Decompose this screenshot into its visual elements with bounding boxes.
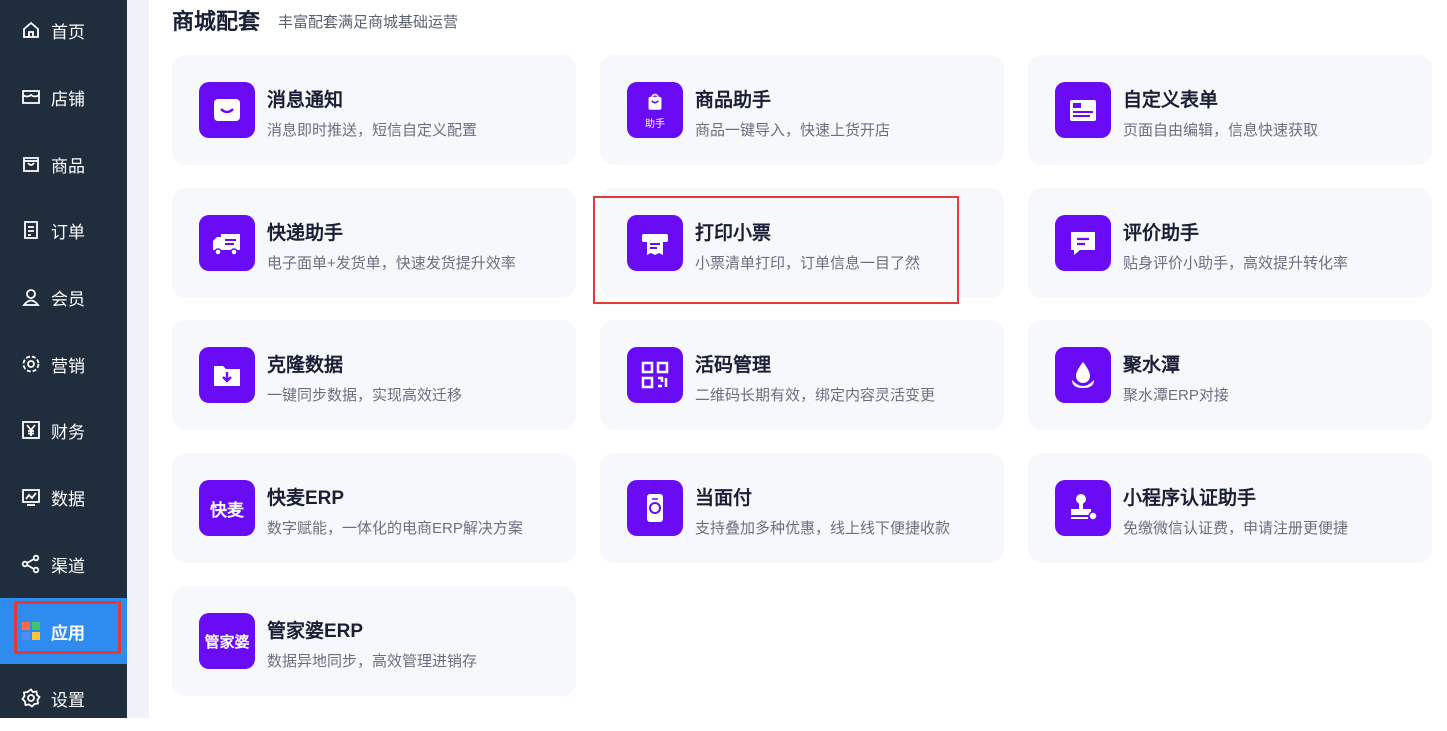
card-desc: 页面自由编辑，信息快速获取	[1123, 122, 1319, 139]
channel-icon	[20, 553, 42, 575]
sidebar-item-goods[interactable]: 商品	[0, 131, 127, 197]
sidebar-item-order[interactable]: 订单	[0, 197, 127, 263]
card-guanjiapo-erp[interactable]: 管家婆 管家婆ERP 数据异地同步，高效管理进销存	[172, 586, 576, 696]
card-desc: 支持叠加多种优惠，线上线下便捷收款	[695, 520, 951, 537]
chart-icon	[20, 486, 42, 508]
sidebar-item-home[interactable]: 首页	[0, 0, 127, 63]
store-icon	[20, 86, 42, 108]
card-review-helper[interactable]: 评价助手 贴身评价小助手，高效提升转化率	[1028, 188, 1432, 298]
sidebar-item-label: 设置	[51, 690, 85, 710]
sidebar-item-channel[interactable]: 渠道	[0, 531, 127, 597]
card-face-pay[interactable]: 当面付 支持叠加多种优惠，线上线下便捷收款	[600, 453, 1004, 563]
card-miniprogram-cert[interactable]: 小程序认证助手 免缴微信认证费，申请注册更便捷	[1028, 453, 1432, 563]
card-title: 当面付	[695, 488, 753, 509]
sidebar-item-label: 首页	[51, 22, 85, 42]
print-receipt-highlight-box	[593, 196, 959, 304]
sidebar-item-member[interactable]: 会员	[0, 264, 127, 330]
card-desc: 商品一键导入，快速上货开店	[695, 122, 891, 139]
active-highlight-box	[14, 601, 121, 654]
home-icon	[20, 19, 42, 41]
card-title: 管家婆ERP	[267, 621, 364, 642]
card-title: 快递助手	[267, 223, 344, 244]
card-desc: 免缴微信认证费，申请注册更便捷	[1123, 520, 1349, 537]
card-live-code[interactable]: 活码管理 二维码长期有效，绑定内容灵活变更	[600, 320, 1004, 430]
sidebar-item-label: 会员	[51, 289, 85, 309]
truck-icon	[199, 215, 255, 271]
sidebar-item-settings[interactable]: 设置	[0, 665, 127, 731]
section-subtitle: 丰富配套满足商城基础运营	[278, 14, 459, 31]
card-desc: 数据异地同步，高效管理进销存	[267, 653, 478, 670]
card-desc: 电子面单+发货单，快速发货提升效率	[267, 255, 516, 272]
card-desc: 聚水潭ERP对接	[1123, 387, 1229, 404]
comment-icon	[1055, 215, 1111, 271]
stamp-icon	[1055, 480, 1111, 536]
card-goods-helper[interactable]: 助手 商品助手 商品一键导入，快速上货开店	[600, 55, 1004, 165]
gear-icon	[20, 687, 42, 709]
sidebar-item-label: 商品	[51, 156, 85, 176]
goods-helper-icon-text: 助手	[645, 118, 665, 130]
card-title: 聚水潭	[1123, 355, 1181, 376]
card-title: 活码管理	[695, 355, 772, 376]
card-desc: 数字赋能，一体化的电商ERP解决方案	[267, 520, 523, 537]
card-desc: 二维码长期有效，绑定内容灵活变更	[695, 387, 936, 404]
sidebar-item-label: 订单	[51, 222, 85, 242]
section-title: 商城配套	[172, 9, 261, 34]
sidebar-item-label: 店铺	[51, 89, 85, 109]
bag-icon	[20, 153, 42, 175]
guanjiapo-logo-text: 管家婆	[204, 633, 250, 651]
sidebar-item-label: 数据	[51, 489, 85, 509]
card-title: 商品助手	[695, 90, 772, 111]
card-title: 消息通知	[267, 90, 344, 111]
card-kuaimai-erp[interactable]: 快麦 快麦ERP 数字赋能，一体化的电商ERP解决方案	[172, 453, 576, 563]
card-jushuitan[interactable]: 聚水潭 聚水潭ERP对接	[1028, 320, 1432, 430]
sidebar-item-label: 财务	[51, 422, 85, 442]
sidebar-item-marketing[interactable]: 营销	[0, 331, 127, 397]
sidebar-item-data[interactable]: 数据	[0, 464, 127, 530]
sidebar-item-finance[interactable]: 财务	[0, 397, 127, 463]
sidebar-item-label: 营销	[51, 356, 85, 376]
qrcode-icon	[627, 347, 683, 403]
card-title: 小程序认证助手	[1123, 488, 1257, 509]
card-clone-data[interactable]: 克隆数据 一键同步数据，实现高效迁移	[172, 320, 576, 430]
yen-icon	[20, 419, 42, 441]
card-title: 评价助手	[1123, 223, 1200, 244]
folder-download-icon	[199, 347, 255, 403]
message-icon	[199, 82, 255, 138]
phone-pay-icon	[627, 480, 683, 536]
water-drop-icon	[1055, 347, 1111, 403]
user-icon	[20, 286, 42, 308]
kuaimai-logo-icon: 快麦	[199, 480, 255, 536]
card-desc: 一键同步数据，实现高效迁移	[267, 387, 463, 404]
sidebar-item-store[interactable]: 店铺	[0, 64, 127, 130]
goods-helper-icon: 助手	[627, 82, 683, 138]
card-title: 克隆数据	[267, 355, 344, 376]
card-express-helper[interactable]: 快递助手 电子面单+发货单，快速发货提升效率	[172, 188, 576, 298]
card-title: 快麦ERP	[267, 488, 345, 509]
kuaimai-logo-text: 快麦	[210, 500, 244, 520]
form-icon	[1055, 82, 1111, 138]
sidebar-item-label: 渠道	[51, 556, 85, 576]
card-message-notify[interactable]: 消息通知 消息即时推送，短信自定义配置	[172, 55, 576, 165]
card-desc: 贴身评价小助手，高效提升转化率	[1123, 255, 1349, 272]
content-gutter	[127, 0, 149, 718]
card-title: 自定义表单	[1123, 90, 1219, 111]
order-icon	[20, 219, 42, 241]
guanjiapo-logo-icon: 管家婆	[199, 613, 255, 669]
marketing-icon	[20, 353, 42, 375]
card-custom-form[interactable]: 自定义表单 页面自由编辑，信息快速获取	[1028, 55, 1432, 165]
card-desc: 消息即时推送，短信自定义配置	[267, 122, 478, 139]
